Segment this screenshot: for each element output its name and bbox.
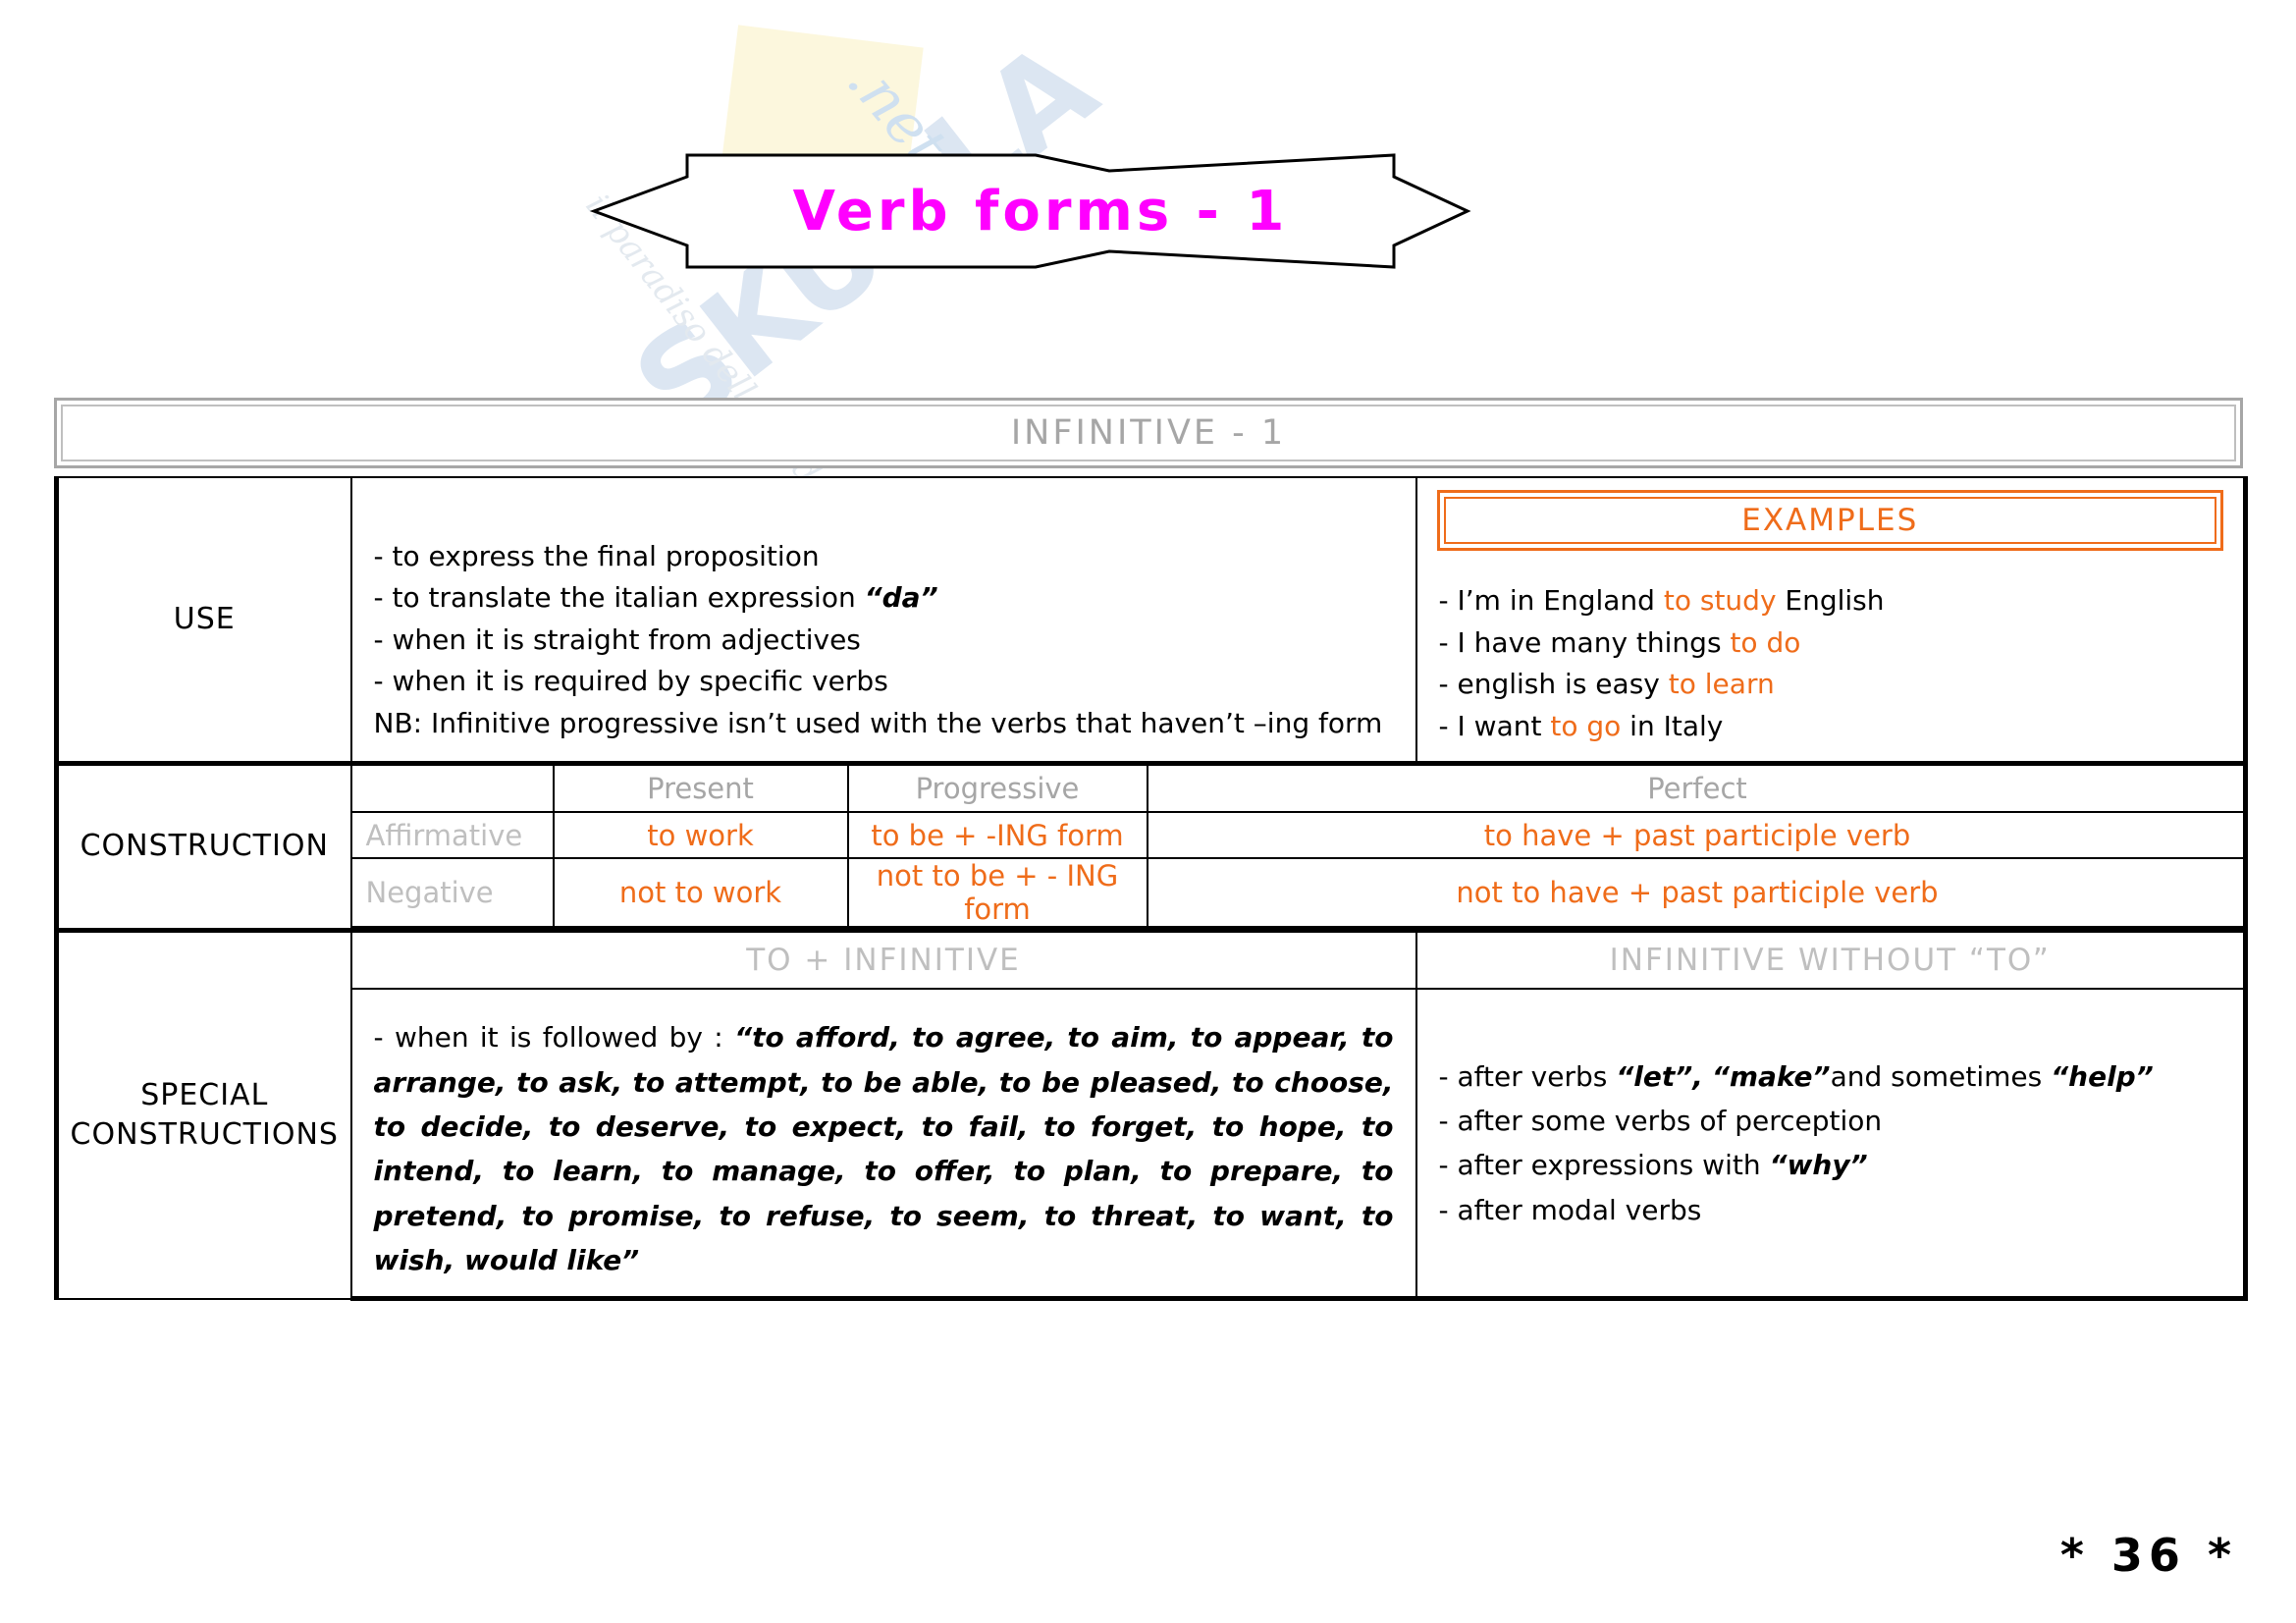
construction-corner-cell — [351, 766, 555, 814]
construction-header-row: Present Progressive Perfect — [351, 766, 2247, 814]
examples-header-box: EXAMPLES — [1436, 490, 2223, 551]
construction-col-perfect: Perfect — [1146, 766, 2247, 814]
construction-matrix-cell: Present Progressive Perfect Affirmative … — [349, 761, 2248, 932]
section-header-box: INFINITIVE - 1 — [54, 398, 2243, 468]
example-item: - I want to go in Italy — [1438, 709, 1724, 742]
special-without-to-cell: - after verbs “let”, “make”and sometimes… — [1415, 988, 2248, 1302]
use-point: - to express the final proposition — [373, 539, 820, 572]
row-label-special-constructions: SPECIAL CONSTRUCTIONS — [54, 928, 352, 1300]
construction-value: to work — [552, 811, 849, 860]
special-label-line2: CONSTRUCTIONS — [70, 1117, 339, 1153]
infinitive-table: USE - to express the final proposition -… — [54, 476, 2248, 1302]
use-examples-cell: EXAMPLES - I’m in England to study Engli… — [1415, 476, 2248, 765]
construction-col-present: Present — [552, 766, 849, 814]
example-item: - I’m in England to study English — [1438, 584, 1885, 617]
special-to-infinitive-cell: - when it is followed by : “to afford, t… — [349, 988, 1417, 1302]
construction-rowhead-affirmative: Affirmative — [351, 811, 555, 860]
row-label-construction: CONSTRUCTION — [54, 761, 352, 932]
construction-row-affirmative: Affirmative to work to be + -ING form to… — [351, 811, 2247, 860]
special-point: - after expressions with “why” — [1438, 1149, 1868, 1182]
section-header-label: INFINITIVE - 1 — [1010, 413, 1287, 453]
row-label-use: USE — [54, 476, 352, 765]
section-header-inner: INFINITIVE - 1 — [61, 405, 2236, 461]
table-row-construction: CONSTRUCTION Present Progressive Perfect — [54, 761, 2248, 932]
construction-row-negative: Negative not to work not to be + - ING f… — [351, 857, 2247, 929]
special-header-to-infinitive: TO + INFINITIVE — [349, 928, 1417, 991]
example-item: - english is easy to learn — [1438, 668, 1775, 701]
construction-rowhead-negative: Negative — [351, 857, 555, 929]
special-header-without-to: INFINITIVE WITHOUT “TO” — [1415, 928, 2248, 991]
special-point: - after verbs “let”, “make”and sometimes… — [1438, 1059, 2154, 1093]
special-label-line1: SPECIAL — [140, 1077, 269, 1112]
use-point: - when it is straight from adjectives — [373, 622, 861, 656]
use-note: NB: Infinitive progressive isn’t used wi… — [373, 706, 1383, 739]
infinitive-sheet: INFINITIVE - 1 USE - to express the fina… — [54, 398, 2248, 1302]
examples-header-label: EXAMPLES — [1741, 503, 1919, 538]
special-body-row: - when it is followed by : “to afford, t… — [57, 988, 2248, 1302]
title-banner: Verb forms - 1 — [589, 147, 1472, 275]
special-verb-list-verbs: “to afford, to agree, to aim, to appear,… — [373, 1021, 1394, 1276]
construction-value: not to work — [552, 857, 849, 929]
construction-value: not to have + past participle verb — [1146, 857, 2247, 929]
construction-value: to have + past participle verb — [1146, 811, 2247, 860]
page-number: * 36 * — [2059, 1529, 2237, 1582]
page-title: Verb forms - 1 — [792, 179, 1289, 243]
use-point: - when it is required by specific verbs — [373, 665, 888, 698]
special-verb-list: - when it is followed by : “to afford, t… — [374, 1015, 1394, 1282]
use-description-cell: - to express the final proposition - to … — [349, 476, 1417, 765]
construction-table: Present Progressive Perfect Affirmative … — [351, 766, 2247, 929]
special-point: - after modal verbs — [1438, 1193, 1702, 1226]
construction-value: not to be + - ING form — [846, 857, 1148, 929]
use-point: - to translate the italian expression “d… — [373, 581, 938, 615]
table-row-use: USE - to express the final proposition -… — [54, 476, 2248, 765]
construction-value: to be + -ING form — [846, 811, 1148, 860]
examples-header-inner: EXAMPLES — [1443, 497, 2216, 544]
special-point: - after some verbs of perception — [1438, 1104, 1883, 1137]
example-item: - I have many things to do — [1438, 625, 1801, 659]
special-header-row: SPECIAL CONSTRUCTIONS TO + INFINITIVE IN… — [54, 928, 2248, 1300]
construction-col-progressive: Progressive — [846, 766, 1148, 814]
special-verb-list-lead: - when it is followed by : — [373, 1021, 735, 1055]
